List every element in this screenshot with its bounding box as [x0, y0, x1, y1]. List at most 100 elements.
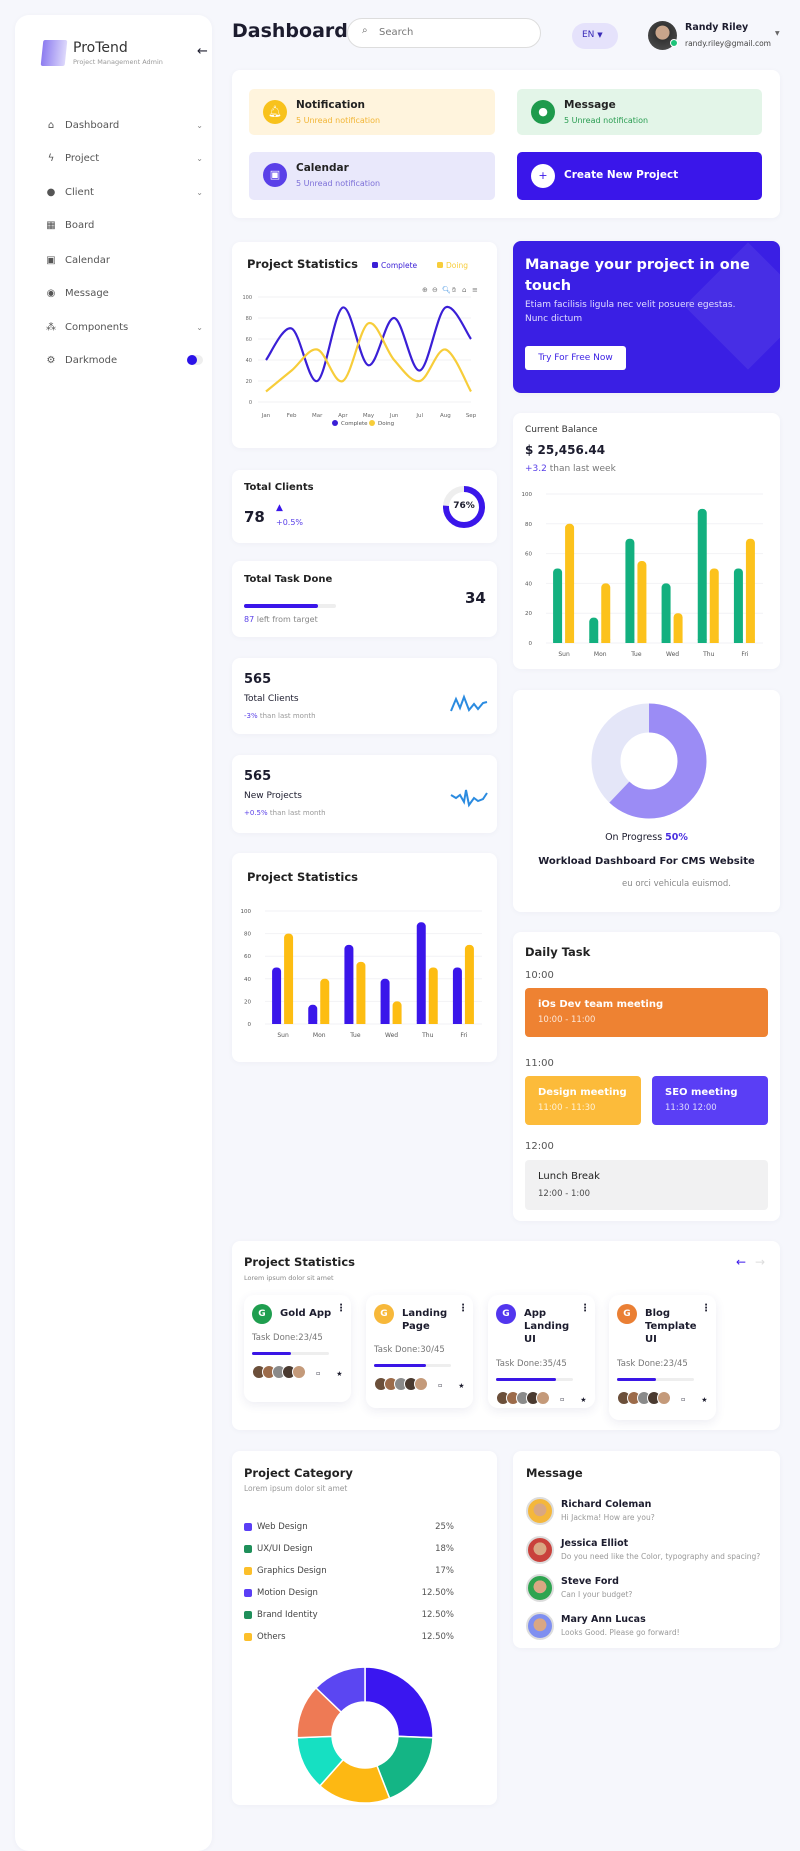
bar-base	[308, 1020, 318, 1024]
team-avatars: ▫ ★	[617, 1390, 708, 1409]
team-avatars: ▫ ★	[252, 1364, 343, 1383]
bar-base	[673, 639, 683, 643]
sidebar-item-calendar[interactable]: ▣ Calendar	[43, 249, 203, 271]
bar-base	[380, 1020, 390, 1024]
calendar-icon: ▣	[263, 163, 287, 187]
message-sub: 5 Unread notification	[564, 116, 649, 125]
more-options-icon[interactable]: ⋮	[336, 1303, 346, 1314]
collapse-arrow-icon[interactable]: ←	[197, 44, 208, 59]
star-icon[interactable]: ★	[580, 1396, 586, 1404]
bar-base	[428, 1020, 438, 1024]
task-ios-meeting[interactable]: iOs Dev team meeting 10:00 - 11:00	[525, 988, 768, 1037]
calendar-tile[interactable]: ▣ Calendar 5 Unread notification	[249, 152, 495, 200]
caret-down-icon: ▼	[597, 31, 603, 39]
legend-label: Complete	[381, 261, 418, 270]
sidebar-item-components[interactable]: ⁂ Components ⌄	[43, 316, 203, 338]
page-title: Dashboard	[232, 20, 348, 42]
avatar[interactable]	[648, 21, 678, 50]
try-free-button[interactable]: Try For Free Now	[525, 346, 626, 370]
notification-tile[interactable]: 🔔︎ Notification 5 Unread notification	[249, 89, 495, 135]
project-card[interactable]: G Landing Page ⋮ Task Done:30/45 ▫ ★	[366, 1295, 473, 1408]
more-options-icon[interactable]: ⋮	[701, 1303, 711, 1314]
message-preview: Hi Jackma! How are you?	[561, 1513, 655, 1522]
online-status-dot	[670, 39, 678, 47]
project-card[interactable]: G App Landing UI ⋮ Task Done:35/45 ▫ ★	[488, 1295, 595, 1408]
brand-subtitle: Project Management Admin	[73, 58, 163, 66]
sidebar-item-label: Message	[65, 287, 109, 299]
sidebar-item-message[interactable]: ◉ Message	[43, 282, 203, 304]
category-label: UX/UI Design	[257, 1544, 313, 1554]
bar-thu	[416, 922, 426, 1024]
chat-icon: ◉	[46, 287, 56, 299]
sidebar-item-project[interactable]: ϟ Project ⌄	[43, 147, 203, 169]
category-percent: 25%	[435, 1522, 454, 1532]
trend-up-icon: ▲	[276, 503, 283, 513]
next-arrow-icon[interactable]: →	[755, 1255, 765, 1269]
task-left-text: 87 left from target	[244, 615, 318, 624]
x-tick-label: Jul	[415, 413, 423, 419]
current-balance-card: Current Balance $ 25,456.44 +3.2 than la…	[513, 413, 780, 669]
bar-fri	[452, 967, 462, 1024]
y-tick-label: 60	[246, 337, 252, 343]
y-tick-label: 0	[248, 1022, 252, 1028]
category-donut-chart	[296, 1666, 434, 1804]
bar-base	[392, 1020, 402, 1024]
task-lunch-break[interactable]: Lunch Break 12:00 - 1:00	[525, 1160, 768, 1210]
bar-base	[452, 1020, 462, 1024]
bar-fri	[745, 538, 755, 643]
task-time: 11:00 - 11:30	[538, 1103, 596, 1113]
language-select[interactable]: EN ▼	[572, 23, 618, 49]
calendar-icon: ▫	[438, 1382, 443, 1389]
bar-base	[661, 639, 671, 643]
project-task-done: Task Done:23/45	[617, 1359, 688, 1369]
x-tick-label: Fri	[741, 651, 748, 658]
task-design-meeting[interactable]: Design meeting 11:00 - 11:30	[525, 1076, 641, 1125]
total-clients-card: Total Clients 78 ▲ +0.5% 76%	[232, 470, 497, 543]
more-options-icon[interactable]: ⋮	[458, 1303, 468, 1314]
message-preview: Do you need like the Color, typography a…	[561, 1552, 761, 1561]
x-tick-label: Mon	[594, 651, 607, 658]
chevron-down-icon: ⌄	[196, 120, 203, 130]
more-options-icon[interactable]: ⋮	[580, 1303, 590, 1314]
projects-subtitle: Lorem ipsum dolor sit amet	[244, 1274, 334, 1282]
category-label: Motion Design	[257, 1588, 318, 1598]
user-email: randy.riley@gmail.com	[685, 39, 771, 48]
project-progress-bar	[496, 1378, 573, 1381]
new-projects-stat-card: 565 New Projects +0.5% than last month	[232, 755, 497, 833]
darkmode-toggle[interactable]	[187, 355, 203, 365]
sidebar-item-dashboard[interactable]: ⌂ Dashboard ⌄	[43, 114, 203, 136]
star-icon[interactable]: ★	[336, 1370, 342, 1378]
search-input[interactable]: ⌕ Search	[347, 18, 541, 48]
chevron-down-icon: ⌄	[196, 322, 203, 332]
promo-title: Manage your project in one touch	[525, 257, 750, 294]
star-icon[interactable]: ★	[701, 1396, 707, 1404]
calendar-icon: ▣	[46, 254, 56, 266]
time-slot: 10:00	[525, 970, 554, 981]
sidebar-item-label: Components	[65, 321, 129, 333]
task-seo-meeting[interactable]: SEO meeting 11:30 12:00	[652, 1076, 768, 1125]
bar-base	[589, 639, 599, 643]
x-tick-label: Wed	[385, 1032, 398, 1039]
task-title: Design meeting	[538, 1087, 627, 1098]
total-clients-stat-card: 565 Total Clients -3% than last month	[232, 658, 497, 734]
user-menu-caret-icon[interactable]: ▼	[775, 30, 780, 37]
time-slot: 11:00	[525, 1058, 554, 1069]
project-bar-chart: 0 20 40 60 80 100 Sun Mon Tue Wed Thu Fri	[241, 909, 482, 1039]
bar-base	[356, 1020, 366, 1024]
prev-arrow-icon[interactable]: ←	[736, 1255, 746, 1269]
sidebar-item-darkmode[interactable]: ⚙ Darkmode	[43, 349, 203, 371]
message-tile[interactable]: ● Message 5 Unread notification	[517, 89, 762, 135]
y-tick-label: 40	[525, 581, 532, 587]
legend-label: Complete	[341, 421, 368, 427]
category-legend-item: UX/UI Design 18%	[244, 1544, 454, 1554]
bar-tue	[637, 561, 647, 643]
sidebar-item-board[interactable]: ▦ Board	[43, 214, 203, 236]
bar-fri	[733, 568, 743, 643]
project-card[interactable]: G Blog Template UI ⋮ Task Done:23/45 ▫ ★	[609, 1295, 716, 1420]
project-card[interactable]: G Gold App ⋮ Task Done:23/45 ▫ ★	[244, 1295, 351, 1402]
star-icon[interactable]: ★	[458, 1382, 464, 1390]
sidebar-item-client[interactable]: ● Client ⌄	[43, 181, 203, 203]
y-tick-label: 40	[244, 977, 251, 983]
create-new-project-button[interactable]: + Create New Project	[517, 152, 762, 200]
brand-logo	[40, 40, 68, 66]
